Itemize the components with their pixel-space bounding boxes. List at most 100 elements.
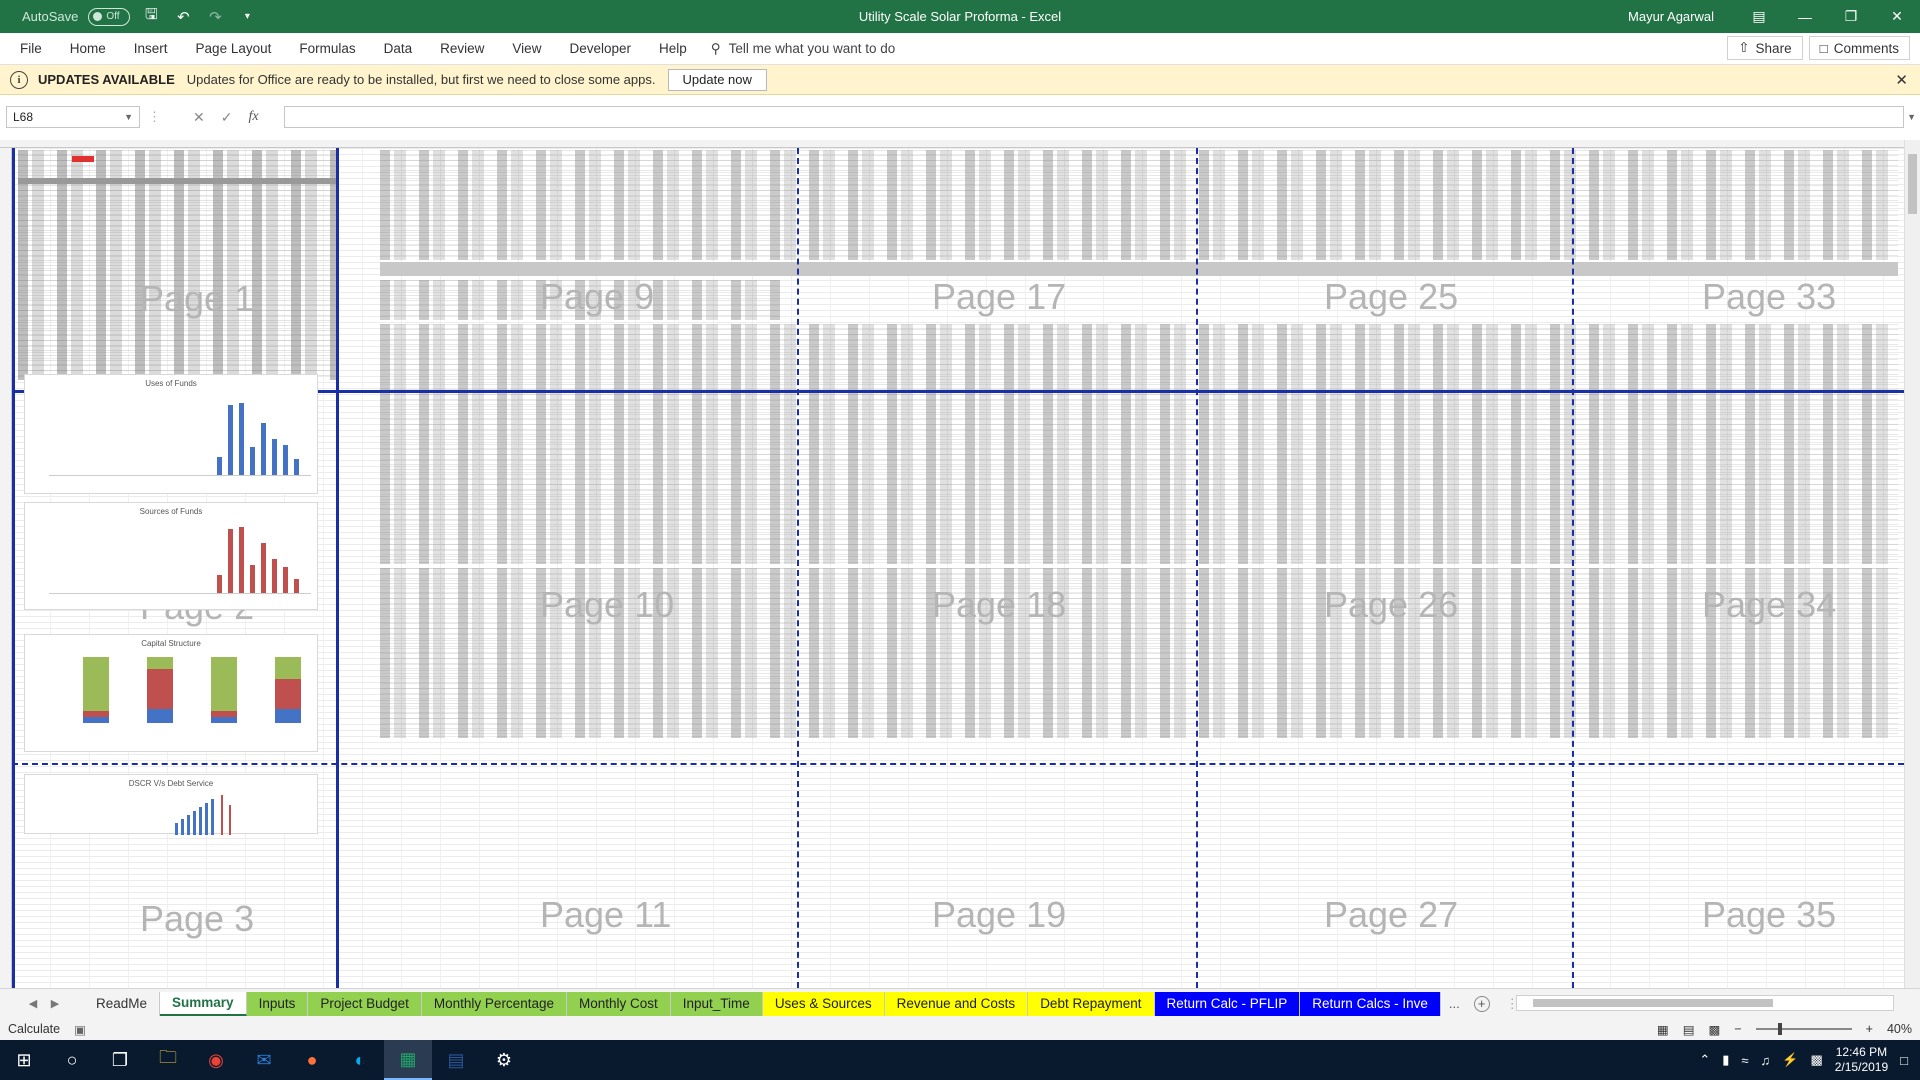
ribbon-display-options-icon[interactable]: ▤ [1736,0,1782,33]
chevron-left-icon[interactable]: ◀ [22,997,44,1010]
file-explorer-icon[interactable]: 🗀 [144,1040,192,1080]
normal-view-icon[interactable]: ▦ [1657,1022,1669,1037]
horizontal-scrollbar[interactable] [1516,995,1894,1011]
tab-insert[interactable]: Insert [120,33,182,64]
formula-input[interactable] [284,106,1904,128]
minimize-icon[interactable]: — [1782,0,1828,33]
zoom-level[interactable]: 40% [1887,1022,1912,1036]
task-view-icon[interactable]: ❐ [96,1040,144,1080]
sheet-tab[interactable]: Uses & Sources [762,991,885,1016]
sheet-tab[interactable]: Monthly Percentage [421,991,567,1016]
power-icon[interactable]: ⚡ [1782,1052,1798,1068]
page-break-line [797,148,799,988]
tab-page-layout[interactable]: Page Layout [182,33,286,64]
windows-start-icon[interactable]: ⊞ [0,1040,48,1080]
calc-mode[interactable]: Calculate [8,1022,60,1036]
lightbulb-icon: ⚲ [710,40,721,56]
undo-icon[interactable]: ↶ [172,6,194,28]
battery-icon[interactable]: ▮ [1722,1052,1729,1068]
chart-bar [211,657,237,711]
sheet-tab[interactable]: Project Budget [308,991,422,1016]
macro-record-icon[interactable]: ▣ [74,1022,86,1037]
firefox-icon[interactable]: ● [288,1040,336,1080]
uses-of-funds-chart[interactable]: Uses of Funds [24,374,318,494]
cell-area[interactable]: Page 1 Page 9 Page 17 Page 25 Page 33 Pa… [12,148,1904,988]
add-sheet-icon[interactable]: + [1473,995,1490,1012]
sheet-tab[interactable]: Return Calc - PFLIP [1154,991,1301,1016]
name-box-value: L68 [13,110,34,124]
skype-icon[interactable]: ◐ [336,1040,384,1080]
zoom-out-icon[interactable]: − [1734,1022,1741,1036]
tab-formulas[interactable]: Formulas [285,33,369,64]
cashflow-table-block [380,150,1898,260]
tab-review[interactable]: Review [426,33,498,64]
chart-bar [283,567,288,593]
tab-help[interactable]: Help [645,33,701,64]
search-icon[interactable]: ○ [48,1040,96,1080]
tab-file[interactable]: File [0,33,56,64]
word-icon[interactable]: ▤ [432,1040,480,1080]
expand-formula-bar-icon[interactable]: ▼ [1907,112,1916,122]
network-icon[interactable]: ≈ [1741,1053,1748,1068]
page-label: Page 27 [1324,894,1459,935]
name-box[interactable]: L68 ▼ [6,106,140,128]
close-icon[interactable]: ✕ [1895,71,1908,89]
capital-structure-chart[interactable]: Capital Structure [24,634,318,752]
restore-icon[interactable]: ❐ [1828,0,1874,33]
row-headers[interactable] [0,148,12,988]
column-headers[interactable] [0,140,1904,148]
sheet-tab[interactable]: Input_Time [670,991,763,1016]
tab-view[interactable]: View [498,33,555,64]
update-now-button[interactable]: Update now [667,68,767,91]
scroll-thumb[interactable] [1908,154,1917,214]
notifications-icon[interactable]: □ [1900,1053,1908,1068]
chevron-right-icon[interactable]: ▶ [44,997,66,1010]
volume-icon[interactable]: ♫ [1761,1053,1771,1068]
sheet-tab[interactable]: Revenue and Costs [884,991,1029,1016]
save-icon[interactable]: 🖫 [140,6,162,28]
zoom-knob[interactable] [1777,1023,1782,1035]
sheet-tab[interactable]: Debt Repayment [1028,991,1155,1016]
page-break-preview-icon[interactable]: ▩ [1709,1022,1721,1037]
zoom-slider[interactable] [1755,1023,1852,1035]
close-icon[interactable]: ✕ [1874,0,1920,33]
tab-developer[interactable]: Developer [555,33,645,64]
cancel-icon[interactable]: ✕ [193,109,205,126]
chevron-up-icon[interactable]: ⌃ [1699,1052,1710,1068]
sheet-tab[interactable]: Monthly Cost [566,991,671,1016]
sheet-tabs: ReadMe Summary Inputs Project Budget Monthly… [84,991,1441,1016]
zoom-in-icon[interactable]: + [1866,1022,1873,1036]
page-label: Page 11 [540,894,672,935]
tell-me-box[interactable]: ⚲ Tell me what you want to do [711,41,895,57]
page-layout-view-icon[interactable]: ▤ [1683,1022,1695,1037]
worksheet-grid[interactable]: Page 1 Page 9 Page 17 Page 25 Page 33 Pa… [0,140,1904,988]
vertical-scrollbar[interactable] [1904,140,1920,988]
comments-button[interactable]: □ Comments [1808,36,1910,60]
insert-function-icon[interactable]: fx [248,109,258,126]
more-tabs-icon[interactable]: ... [1449,996,1460,1011]
chart-bar [228,529,233,593]
sheet-tab[interactable]: Inputs [246,991,309,1016]
chart-bar [221,795,223,835]
chrome-icon[interactable]: ◉ [192,1040,240,1080]
autosave-toggle[interactable]: Off [88,7,131,26]
sources-of-funds-chart[interactable]: Sources of Funds [24,502,318,610]
tab-data[interactable]: Data [370,33,427,64]
chart-bar [283,445,288,475]
sheet-tab[interactable]: ReadMe [84,991,161,1016]
settings-app-icon[interactable]: ⚙ [480,1040,528,1080]
share-button[interactable]: ⇧ Share [1727,36,1803,60]
language-icon[interactable]: ▩ [1810,1052,1822,1068]
dscr-chart[interactable]: DSCR V/s Debt Service [24,774,318,835]
customize-toolbar-icon[interactable]: ▾ [236,6,258,28]
clock[interactable]: 12:46 PM 2/15/2019 [1835,1045,1888,1075]
sheet-tab[interactable]: Return Calcs - Inve [1300,991,1441,1016]
excel-icon[interactable]: ▦ [384,1040,432,1080]
tab-home[interactable]: Home [56,33,120,64]
sheet-tab[interactable]: Summary [160,991,247,1016]
redo-icon[interactable]: ↷ [204,6,226,28]
enter-icon[interactable]: ✓ [221,109,233,126]
account-name[interactable]: Mayur Agarwal [1628,9,1714,24]
scroll-thumb[interactable] [1533,999,1773,1007]
outlook-icon[interactable]: ✉ [240,1040,288,1080]
